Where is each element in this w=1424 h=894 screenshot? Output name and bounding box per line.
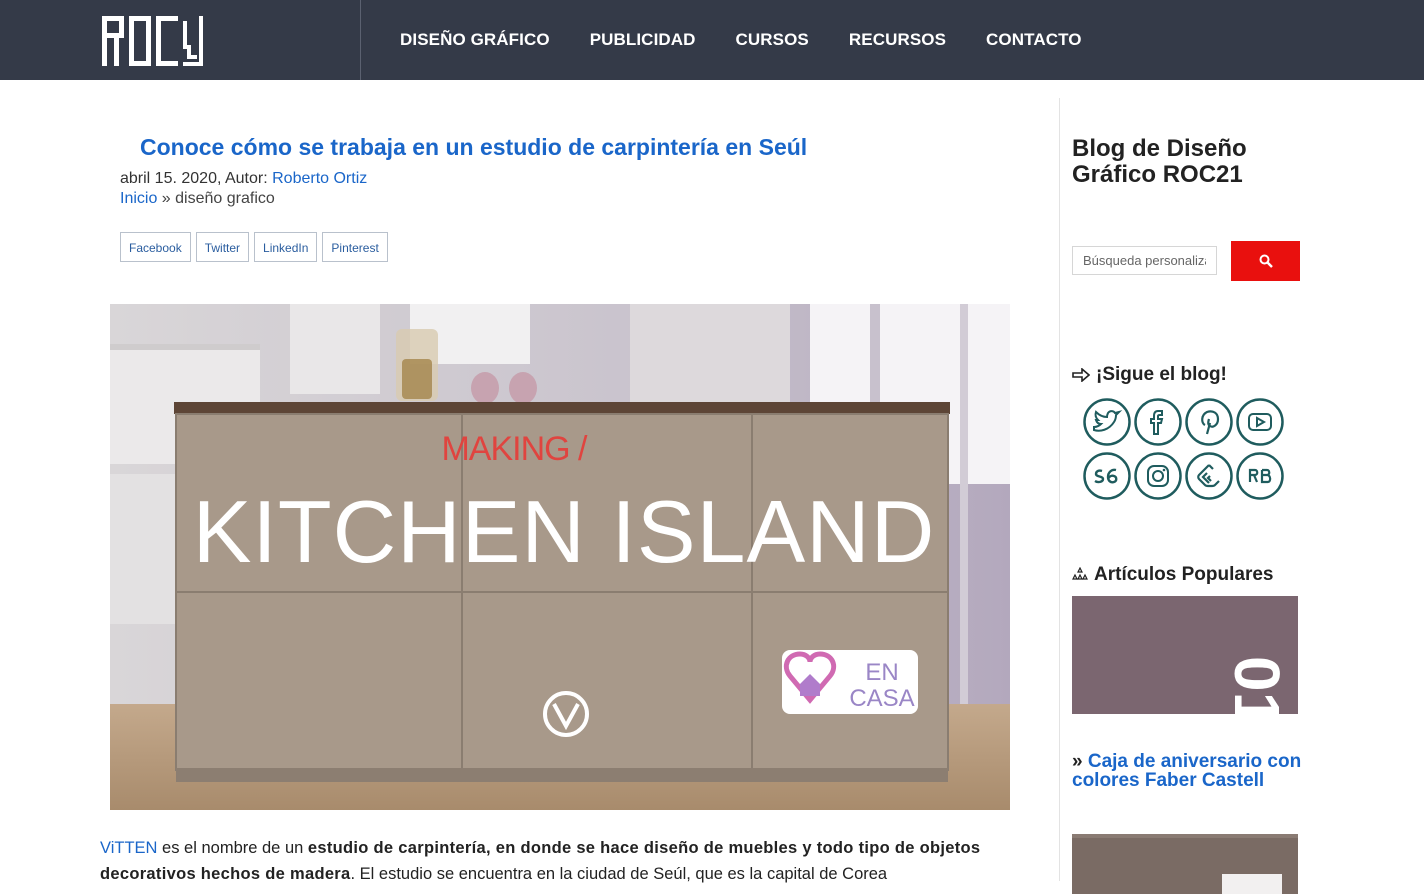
- pinterest-icon[interactable]: [1185, 398, 1233, 446]
- sidebar-blog-title: Blog de Diseño Gráfico ROC21: [1072, 135, 1247, 188]
- twitter-icon[interactable]: [1083, 398, 1131, 446]
- intro-text-2: . El estudio se encuentra en la ciudad d…: [350, 865, 888, 883]
- s6-icon[interactable]: [1083, 452, 1131, 500]
- share-facebook-button[interactable]: Facebook: [120, 232, 191, 262]
- nav-diseno-grafico[interactable]: DISEÑO GRÁFICO: [380, 30, 570, 50]
- author-link[interactable]: Roberto Ortiz: [272, 170, 367, 187]
- popular-heading-text: Artículos Populares: [1094, 564, 1274, 585]
- intro-text-1: es el nombre de un: [157, 839, 308, 857]
- article-title[interactable]: Conoce cómo se trabaja en un estudio de …: [140, 134, 807, 161]
- article-meta: abril 15. 2020, Autor: Roberto Ortiz: [120, 170, 367, 188]
- instagram-icon[interactable]: [1134, 452, 1182, 500]
- share-linkedin-button[interactable]: LinkedIn: [254, 232, 318, 262]
- nav-contacto[interactable]: CONTACTO: [966, 30, 1102, 50]
- popular-heading: Artículos Populares: [1072, 564, 1274, 586]
- main-nav: DISEÑO GRÁFICO PUBLICIDAD CURSOS RECURSO…: [380, 0, 1102, 80]
- share-twitter-button[interactable]: Twitter: [195, 232, 250, 262]
- social-icons: [1083, 398, 1289, 500]
- popular-thumbnail-2[interactable]: [1072, 834, 1298, 894]
- roc21-logo[interactable]: [102, 16, 206, 66]
- follow-heading-text: ¡Sigue el blog!: [1096, 364, 1227, 385]
- nav-cursos[interactable]: CURSOS: [716, 30, 829, 50]
- hero-making-text: MAKING /: [441, 430, 588, 468]
- header-divider: [360, 0, 361, 80]
- popular-rank-1: 01: [1221, 656, 1293, 714]
- en-casa-text-1: EN: [865, 659, 898, 686]
- vitten-link[interactable]: ViTTEN: [100, 839, 157, 857]
- article-date: abril 15. 2020, Autor:: [120, 170, 273, 187]
- breadcrumb-current: diseño grafico: [175, 190, 275, 207]
- arrow-right-icon: [1072, 368, 1090, 382]
- en-casa-text-2: CASA: [849, 685, 914, 712]
- hero-image[interactable]: MAKING / KITCHEN ISLAND EN CASA: [110, 304, 1010, 810]
- popular-link-1[interactable]: » Caja de aniversario con colores Faber …: [1072, 752, 1302, 790]
- hero-title-text: KITCHEN ISLAND: [193, 482, 936, 581]
- share-pinterest-button[interactable]: Pinterest: [322, 232, 388, 262]
- sidebar-divider: [1059, 98, 1060, 881]
- search-icon: [1259, 254, 1273, 268]
- nav-recursos[interactable]: RECURSOS: [829, 30, 966, 50]
- youtube-icon[interactable]: [1236, 398, 1284, 446]
- feedly-icon[interactable]: [1185, 452, 1233, 500]
- share-buttons: Facebook Twitter LinkedIn Pinterest: [120, 232, 388, 262]
- breadcrumb-separator: »: [157, 190, 176, 207]
- breadcrumb-home[interactable]: Inicio: [120, 190, 157, 207]
- facebook-icon[interactable]: [1134, 398, 1182, 446]
- article-intro: ViTTEN es el nombre de un estudio de car…: [100, 835, 1020, 887]
- popular-link-prefix: »: [1072, 751, 1088, 772]
- popular-link-title: Caja de aniversario con colores Faber Ca…: [1072, 751, 1302, 791]
- nav-publicidad[interactable]: PUBLICIDAD: [570, 30, 716, 50]
- search-button[interactable]: [1231, 241, 1300, 281]
- search-input[interactable]: [1072, 246, 1217, 275]
- popular-thumbnail-1[interactable]: 01: [1072, 596, 1298, 714]
- breadcrumb: Inicio » diseño grafico: [120, 190, 275, 208]
- follow-heading: ¡Sigue el blog!: [1072, 364, 1227, 386]
- trending-icon: [1072, 567, 1088, 580]
- redbubble-icon[interactable]: [1236, 452, 1284, 500]
- site-header: DISEÑO GRÁFICO PUBLICIDAD CURSOS RECURSO…: [0, 0, 1424, 80]
